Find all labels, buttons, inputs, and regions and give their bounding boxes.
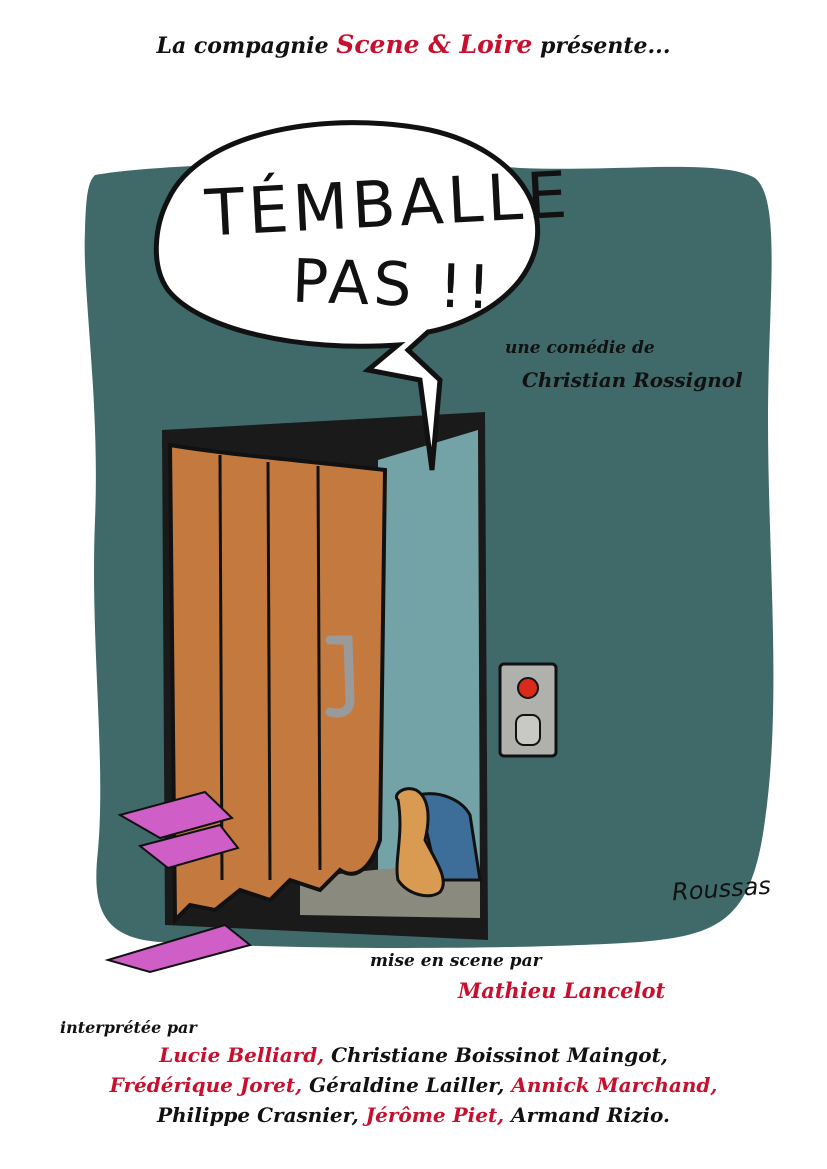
author-name: Christian Rossignol bbox=[522, 368, 743, 392]
cast-member: Christiane Boissinot Maingot, bbox=[331, 1043, 668, 1067]
cast-line: Lucie Belliard, Christiane Boissinot Mai… bbox=[0, 1043, 827, 1067]
cast-member: Philippe Crasnier, bbox=[157, 1103, 359, 1127]
cast-member: Géraldine Lailler, bbox=[309, 1073, 505, 1097]
cast-member: Armand Rizio. bbox=[511, 1103, 670, 1127]
cast-member: Annick Marchand, bbox=[511, 1073, 718, 1097]
cast-label: interprétée par bbox=[60, 1018, 197, 1037]
comedy-label: une comédie de bbox=[505, 338, 655, 358]
call-light bbox=[517, 677, 539, 699]
call-button bbox=[515, 714, 541, 746]
director-name: Mathieu Lancelot bbox=[458, 978, 666, 1003]
cast-line: Philippe Crasnier, Jérôme Piet, Armand R… bbox=[0, 1103, 827, 1127]
cast-member: Jérôme Piet, bbox=[365, 1103, 505, 1127]
staging-label: mise en scene par bbox=[370, 951, 542, 971]
cast-member: Lucie Belliard, bbox=[159, 1043, 325, 1067]
cast-line: Frédérique Joret, Géraldine Lailler, Ann… bbox=[0, 1073, 827, 1097]
title-line-2: PAS !! bbox=[290, 246, 496, 324]
cast-member: Frédérique Joret, bbox=[109, 1073, 303, 1097]
